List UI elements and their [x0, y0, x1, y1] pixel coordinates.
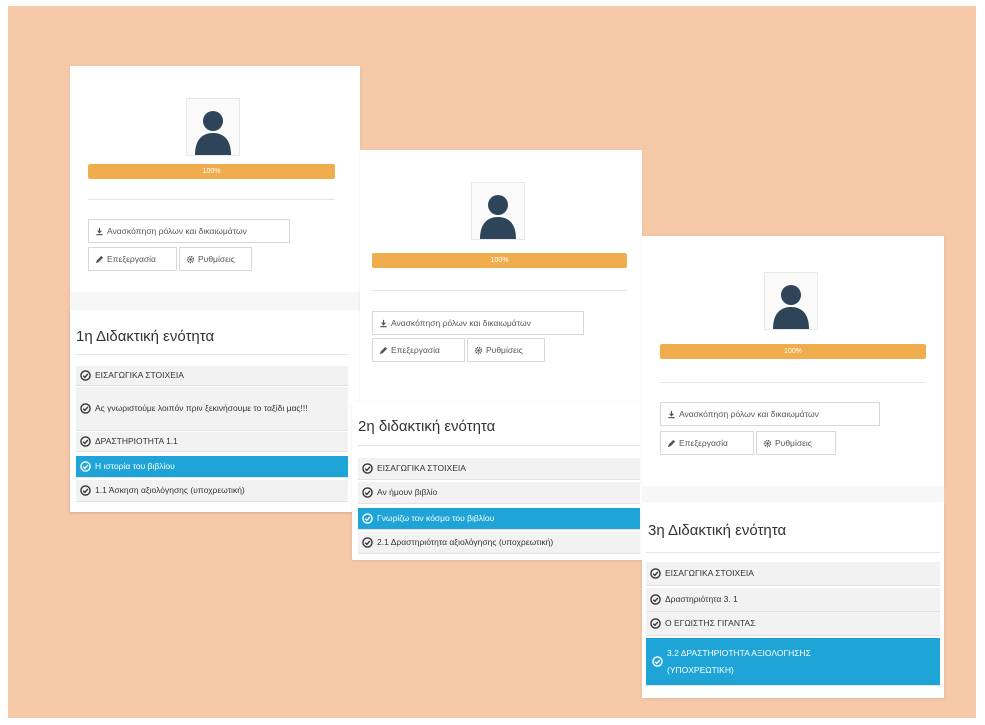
- user-silhouette-icon: [471, 182, 525, 240]
- lesson-label: Ο ΕΓΩΙΣΤΗΣ ΓΙΓΑΝΤΑΣ: [665, 618, 756, 628]
- lesson-label: ΕΙΣΑΓΩΓΙΚΑ ΣΤΟΙΧΕΙΑ: [377, 463, 466, 473]
- pencil-icon: [379, 346, 388, 354]
- unit-card-2-lessons: 2η διδακτική ενότητα ΕΙΣΑΓΩΓΙΚΑ ΣΤΟΙΧΕΙΑ…: [352, 402, 642, 560]
- lesson-item[interactable]: 1.1 Άσκηση αξιολόγησης (υποχρεωτική): [76, 480, 348, 502]
- edit-label: Επεξεργασία: [679, 438, 728, 448]
- edit-button[interactable]: Επεξεργασία: [660, 431, 754, 455]
- check-circle-icon: [80, 485, 91, 496]
- check-circle-icon: [362, 487, 373, 498]
- roles-overview-label: Ανασκόπηση ρόλων και δικαιωμάτων: [679, 409, 819, 419]
- unit-title-rule: [646, 552, 940, 553]
- card-1-gap: [70, 292, 360, 310]
- roles-overview-button[interactable]: Ανασκόπηση ρόλων και δικαιωμάτων: [88, 219, 290, 243]
- lesson-item[interactable]: Ας γνωριστούμε λοιπόν πριν ξεκινήσουμε τ…: [76, 387, 348, 431]
- unit-card-1-lessons: 1η Διδακτική ενότητα ΕΙΣΑΓΩΓΙΚΑ ΣΤΟΙΧΕΙΑ…: [70, 310, 360, 512]
- lesson-item[interactable]: ΕΙΣΑΓΩΓΙΚΑ ΣΤΟΙΧΕΙΑ: [646, 562, 940, 586]
- unit-title: 1η Διδακτική ενότητα: [76, 328, 215, 345]
- lesson-label: 3.2 ΔΡΑΣΤΗΡΙΟΤΗΤΑ ΑΞΙΟΛΟΓΗΣΗΣ (ΥΠΟΧΡΕΩΤΙ…: [667, 647, 811, 675]
- unit-card-2: 100% Ανασκόπηση ρόλων και δικαιωμάτων Επ…: [360, 150, 642, 402]
- settings-label: Ρυθμίσεις: [198, 254, 235, 264]
- roles-overview-label: Ανασκόπηση ρόλων και δικαιωμάτων: [107, 226, 247, 236]
- lesson-item[interactable]: Ο ΕΓΩΙΣΤΗΣ ΓΙΓΑΝΤΑΣ: [646, 612, 940, 636]
- progress-bar: 100%: [88, 164, 335, 179]
- check-circle-icon: [362, 537, 373, 548]
- gear-icon: [186, 255, 195, 263]
- lesson-label: 2.1 Δραστηριότητα αξιολόγησης (υποχρεωτι…: [377, 537, 554, 547]
- unit-title: 2η διδακτική ενότητα: [358, 418, 496, 435]
- gear-icon: [763, 439, 772, 447]
- profile-divider: [372, 290, 627, 291]
- lesson-item[interactable]: 2.1 Δραστηριότητα αξιολόγησης (υποχρεωτι…: [358, 532, 640, 554]
- unit-card-3-lessons: 3η Διδακτική ενότητα ΕΙΣΑΓΩΓΙΚΑ ΣΤΟΙΧΕΙΑ…: [642, 502, 944, 698]
- user-silhouette-icon: [186, 98, 240, 156]
- roles-overview-button[interactable]: Ανασκόπηση ρόλων και δικαιωμάτων: [372, 311, 584, 335]
- user-silhouette-icon: [764, 272, 818, 330]
- check-circle-icon: [652, 656, 663, 667]
- unit-title-rule: [358, 445, 640, 446]
- check-circle-icon: [80, 461, 91, 472]
- lesson-label: Αν ήμουν βιβλίο: [377, 487, 438, 497]
- lesson-item-active[interactable]: Η ιστορία του βιβλίου: [76, 456, 348, 478]
- edit-button[interactable]: Επεξεργασία: [88, 247, 177, 271]
- download-icon: [96, 227, 103, 235]
- profile-divider: [88, 199, 335, 200]
- download-icon: [380, 319, 387, 327]
- lesson-item[interactable]: ΕΙΣΑΓΩΓΙΚΑ ΣΤΟΙΧΕΙΑ: [76, 366, 348, 386]
- unit-title: 3η Διδακτική ενότητα: [648, 522, 787, 539]
- check-circle-icon: [650, 568, 661, 579]
- progress-fill: 100%: [660, 344, 926, 359]
- unit-card-3: 100% Ανασκόπηση ρόλων και δικαιωμάτων Επ…: [642, 236, 944, 486]
- pencil-icon: [667, 439, 676, 447]
- lesson-label: Η ιστορία του βιβλίου: [95, 461, 175, 471]
- lesson-item[interactable]: Δραστηριότητα 3. 1: [646, 588, 940, 612]
- progress-fill: 100%: [372, 253, 627, 268]
- lesson-label: ΕΙΣΑΓΩΓΙΚΑ ΣΤΟΙΧΕΙΑ: [95, 370, 184, 380]
- lesson-item[interactable]: ΔΡΑΣΤΗΡΙΟΤΗΤΑ 1.1: [76, 432, 348, 452]
- progress-fill: 100%: [88, 164, 335, 179]
- check-circle-icon: [80, 370, 91, 381]
- check-circle-icon: [362, 463, 373, 474]
- profile-panel: 100% Ανασκόπηση ρόλων και δικαιωμάτων Επ…: [642, 236, 944, 486]
- card-3-gap: [642, 486, 944, 502]
- check-circle-icon: [650, 594, 661, 605]
- settings-label: Ρυθμίσεις: [775, 438, 812, 448]
- download-icon: [668, 410, 675, 418]
- unit-title-rule: [76, 354, 348, 355]
- lesson-label: ΔΡΑΣΤΗΡΙΟΤΗΤΑ 1.1: [95, 436, 178, 446]
- roles-overview-button[interactable]: Ανασκόπηση ρόλων και δικαιωμάτων: [660, 402, 880, 426]
- lesson-item-active[interactable]: Γνωρίζω τον κόσμο του βιβλίου: [358, 508, 640, 530]
- progress-bar: 100%: [660, 344, 926, 359]
- lesson-label: Δραστηριότητα 3. 1: [665, 594, 738, 604]
- edit-label: Επεξεργασία: [107, 254, 156, 264]
- roles-overview-label: Ανασκόπηση ρόλων και δικαιωμάτων: [391, 318, 531, 328]
- lesson-label: ΕΙΣΑΓΩΓΙΚΑ ΣΤΟΙΧΕΙΑ: [665, 568, 754, 578]
- pencil-icon: [95, 255, 104, 263]
- check-circle-icon: [80, 403, 91, 414]
- settings-button[interactable]: Ρυθμίσεις: [467, 338, 545, 362]
- lesson-item-active[interactable]: 3.2 ΔΡΑΣΤΗΡΙΟΤΗΤΑ ΑΞΙΟΛΟΓΗΣΗΣ (ΥΠΟΧΡΕΩΤΙ…: [646, 638, 940, 686]
- lesson-label: 1.1 Άσκηση αξιολόγησης (υποχρεωτική): [95, 485, 245, 495]
- settings-button[interactable]: Ρυθμίσεις: [179, 247, 252, 271]
- lesson-label: Γνωρίζω τον κόσμο του βιβλίου: [377, 513, 495, 523]
- edit-button[interactable]: Επεξεργασία: [372, 338, 465, 362]
- check-circle-icon: [362, 513, 373, 524]
- progress-bar: 100%: [372, 253, 627, 268]
- check-circle-icon: [650, 618, 661, 629]
- lesson-label: Ας γνωριστούμε λοιπόν πριν ξεκινήσουμε τ…: [95, 403, 308, 413]
- check-circle-icon: [80, 436, 91, 447]
- profile-divider: [660, 382, 926, 383]
- settings-label: Ρυθμίσεις: [486, 345, 523, 355]
- lesson-item[interactable]: Αν ήμουν βιβλίο: [358, 482, 640, 504]
- profile-panel: 100% Ανασκόπηση ρόλων και δικαιωμάτων Επ…: [360, 150, 642, 402]
- settings-button[interactable]: Ρυθμίσεις: [756, 431, 836, 455]
- lesson-item[interactable]: ΕΙΣΑΓΩΓΙΚΑ ΣΤΟΙΧΕΙΑ: [358, 458, 640, 480]
- gear-icon: [474, 346, 483, 354]
- edit-label: Επεξεργασία: [391, 345, 440, 355]
